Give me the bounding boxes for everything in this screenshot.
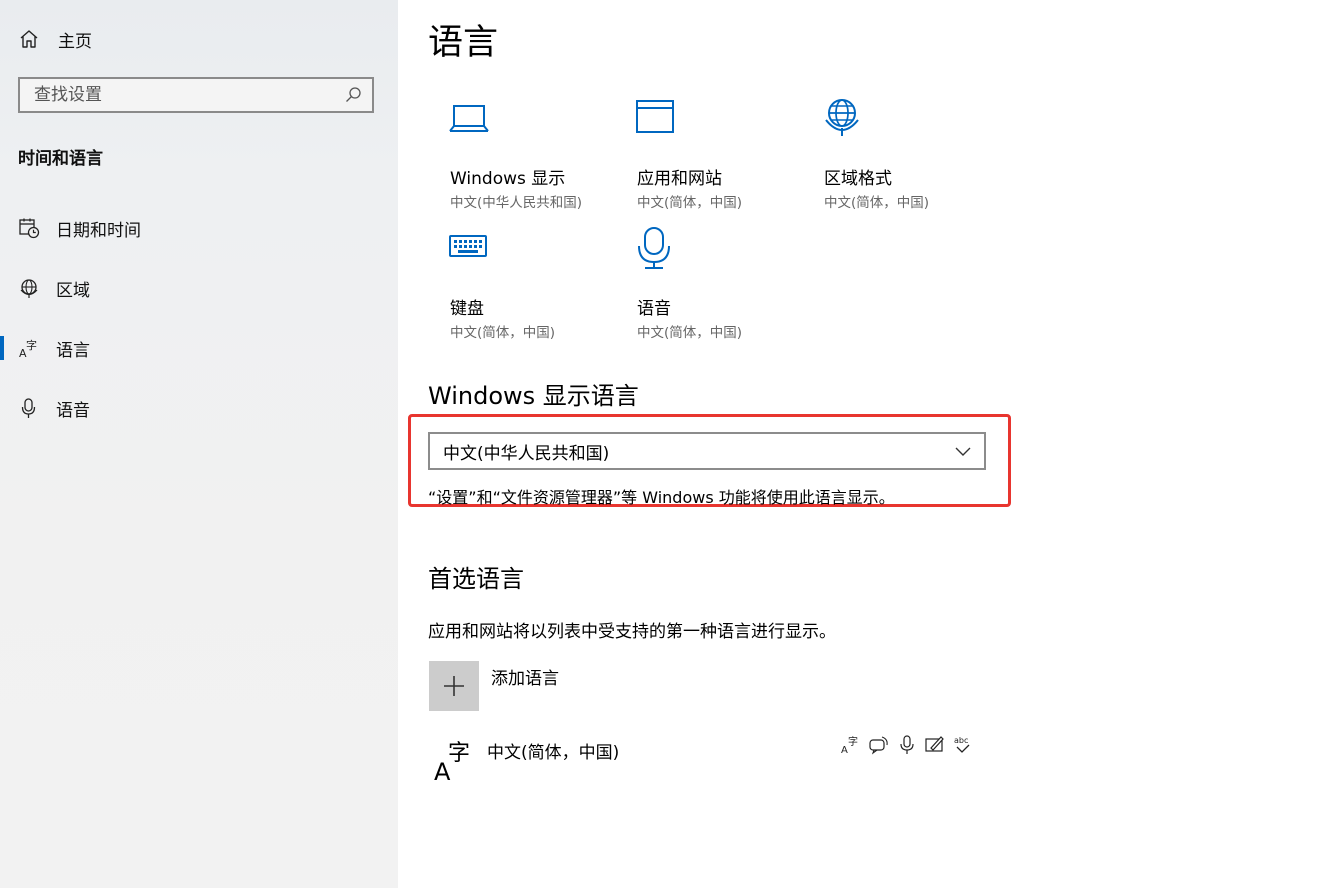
main-content: 语言 Windows 显示 中文(中华人民共和国) 应用和网站 中文(简体，中国… — [398, 0, 1331, 888]
laptop-icon — [449, 105, 489, 132]
handwriting-icon — [925, 736, 944, 752]
language-list-item[interactable]: A 字 中文(简体，中国) A 字 abc — [428, 730, 988, 784]
microphone-icon — [18, 397, 40, 419]
tile-speech[interactable]: 语音 中文(简体，中国) — [635, 226, 815, 341]
speech-recognition-icon — [900, 735, 914, 754]
home-label: 主页 — [58, 31, 92, 52]
tile-title: Windows 显示 — [450, 169, 566, 189]
sidebar-item-speech[interactable]: 语音 — [0, 388, 398, 428]
svg-text:字: 字 — [448, 741, 470, 766]
add-language-label[interactable]: 添加语言 — [491, 664, 559, 689]
search-box[interactable] — [18, 77, 374, 113]
home-link[interactable]: 主页 — [18, 26, 92, 52]
sidebar-item-date-time[interactable]: 日期和时间 — [0, 208, 398, 248]
text-to-speech-icon — [869, 736, 888, 755]
tile-subtitle: 中文(简体，中国) — [824, 195, 930, 211]
search-input[interactable] — [34, 80, 344, 110]
svg-text:字: 字 — [26, 338, 37, 352]
tile-subtitle: 中文(简体，中国) — [637, 195, 743, 211]
chevron-down-icon — [955, 447, 971, 456]
preferred-languages-description: 应用和网站将以列表中受支持的第一种语言进行显示。 — [428, 622, 836, 642]
microphone-icon — [638, 227, 670, 269]
window-icon — [636, 100, 674, 133]
tile-keyboard[interactable]: 键盘 中文(简体，中国) — [448, 226, 628, 341]
svg-text:abc: abc — [954, 736, 968, 745]
region-globe-icon — [825, 99, 859, 136]
sidebar-item-label: 区域 — [56, 280, 90, 301]
tile-title: 区域格式 — [824, 169, 892, 189]
tile-windows-display[interactable]: Windows 显示 中文(中华人民共和国) — [448, 96, 628, 211]
keyboard-icon — [449, 235, 487, 257]
plus-icon — [444, 676, 464, 696]
tile-subtitle: 中文(简体，中国) — [637, 325, 743, 341]
tile-title: 键盘 — [450, 299, 484, 319]
home-icon — [20, 30, 38, 48]
sidebar-item-region[interactable]: 区域 — [0, 268, 398, 308]
page-title: 语言 — [428, 23, 499, 63]
tile-title: 应用和网站 — [637, 169, 722, 189]
active-indicator — [0, 336, 4, 360]
svg-text:字: 字 — [848, 735, 858, 748]
spellcheck-icon: abc — [954, 736, 970, 753]
tile-regional-format[interactable]: 区域格式 中文(简体，中国) — [822, 96, 1002, 211]
display-language-heading: Windows 显示语言 — [428, 382, 639, 410]
sidebar: 主页 时间和语言 日期和时间 — [0, 0, 398, 888]
preferred-languages-heading: 首选语言 — [428, 565, 524, 593]
tile-subtitle: 中文(中华人民共和国) — [450, 195, 583, 211]
sidebar-item-label: 日期和时间 — [56, 220, 141, 241]
display-language-note: “设置”和“文件资源管理器”等 Windows 功能将使用此语言显示。 — [428, 488, 895, 507]
tile-subtitle: 中文(简体，中国) — [450, 325, 556, 341]
globe-icon — [18, 277, 40, 299]
display-language-dropdown[interactable]: 中文(中华人民共和国) — [428, 432, 986, 470]
tile-title: 语音 — [637, 299, 671, 319]
sidebar-item-label: 语音 — [56, 400, 90, 421]
sidebar-item-label: 语言 — [56, 340, 90, 361]
svg-text:A: A — [841, 745, 848, 756]
add-language-button[interactable] — [429, 661, 479, 711]
display-language-icon: A 字 — [841, 735, 858, 756]
language-name: 中文(简体，中国) — [487, 743, 620, 763]
section-title: 时间和语言 — [18, 149, 103, 169]
language-icon: A 字 — [18, 337, 40, 359]
calendar-clock-icon — [18, 217, 40, 239]
language-icon: A 字 — [434, 741, 470, 782]
dropdown-value: 中文(中华人民共和国) — [443, 443, 610, 464]
sidebar-item-language[interactable]: A 字 语言 — [0, 328, 398, 368]
tile-apps-websites[interactable]: 应用和网站 中文(简体，中国) — [635, 96, 815, 211]
search-icon[interactable] — [344, 86, 362, 104]
